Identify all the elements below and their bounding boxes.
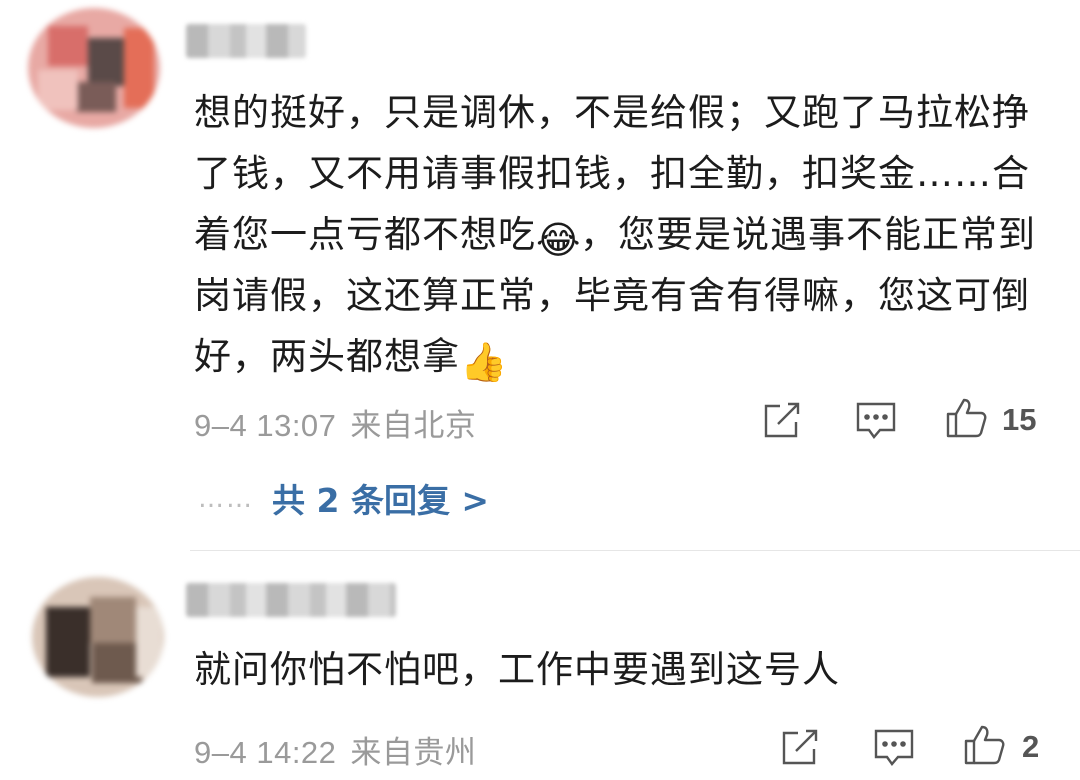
like-button[interactable] <box>962 723 1006 767</box>
comment-meta: 9–4 14:22 来自贵州 <box>194 727 476 772</box>
thumbs-up-emoji-icon: 👍 <box>460 340 509 384</box>
avatar[interactable] <box>28 8 160 128</box>
like-button[interactable] <box>944 396 988 440</box>
comment-icon <box>874 729 914 766</box>
comment-icon <box>856 402 896 439</box>
share-icon <box>782 729 818 765</box>
share-button[interactable] <box>760 398 804 442</box>
username-redacted[interactable] <box>186 24 306 58</box>
comment-date: 9–4 14:22 <box>194 735 337 770</box>
comment-item-2: 就问你怕不怕吧，工作中要遇到这号人 9–4 14:22 来自贵州 2 <box>0 551 1080 780</box>
avatar[interactable] <box>32 577 164 697</box>
replies-label: 共 2 条回复 > <box>272 481 490 520</box>
share-button[interactable] <box>778 725 822 769</box>
comment-button[interactable] <box>854 398 898 442</box>
thumbs-up-icon <box>946 398 987 438</box>
reply-dots: …… <box>198 484 254 514</box>
view-replies-link[interactable]: …… 共 2 条回复 > <box>198 474 489 522</box>
comment-button[interactable] <box>872 725 916 769</box>
laughing-crying-emoji-icon: 😂 <box>536 218 582 262</box>
comment-meta: 9–4 13:07 来自北京 <box>194 400 476 445</box>
share-icon <box>764 402 800 438</box>
comment-date: 9–4 13:07 <box>194 408 337 443</box>
like-count: 2 <box>1022 729 1040 764</box>
like-count: 15 <box>1002 402 1037 437</box>
comment-text: 就问你怕不怕吧，工作中要遇到这号人 <box>194 648 840 691</box>
comment-location: 来自贵州 <box>350 735 477 770</box>
comment-text: 想的挺好，只是调休，不是给假；又跑了马拉松挣了钱，又不用请事假扣钱，扣全勤，扣奖… <box>194 91 1036 384</box>
thumbs-up-icon <box>964 725 1005 765</box>
comment-location: 来自北京 <box>350 408 477 443</box>
username-redacted[interactable] <box>186 583 396 617</box>
comment-item-1: 想的挺好，只是调休，不是给假；又跑了马拉松挣了钱，又不用请事假扣钱，扣全勤，扣奖… <box>0 0 1080 550</box>
